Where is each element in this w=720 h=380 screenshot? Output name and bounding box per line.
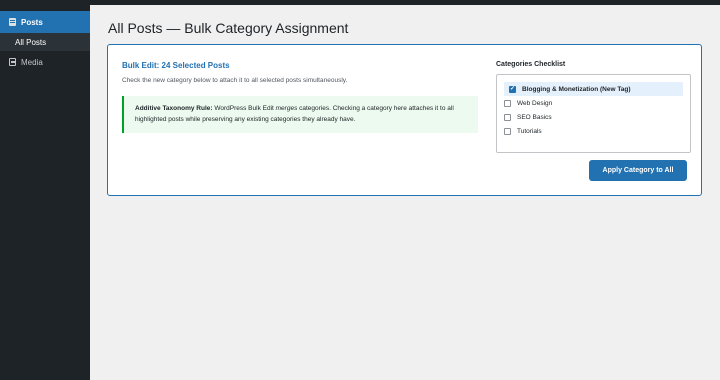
checkbox-icon[interactable] (504, 99, 511, 107)
notice-label: Additive Taxonomy Rule: (135, 105, 213, 112)
bulk-edit-title: Bulk Edit: 24 Selected Posts (122, 61, 230, 70)
checkbox-checked-icon[interactable]: ✓ (509, 85, 516, 93)
admin-bar-menu-icon[interactable]: ▪▪▪ (8, 0, 18, 2)
admin-sidebar: Posts All Posts Media (0, 5, 90, 380)
bulk-edit-description: Check the new category below to attach i… (122, 77, 348, 84)
notice-emphasis: merges (275, 105, 298, 112)
sidebar-item-posts[interactable]: Posts (0, 11, 90, 33)
sidebar-item-media[interactable]: Media (0, 51, 90, 73)
posts-icon (9, 18, 16, 26)
checkbox-icon[interactable] (504, 113, 511, 121)
page-title: All Posts — Bulk Category Assignment (108, 20, 349, 36)
category-label: SEO Basics (517, 113, 552, 121)
taxonomy-notice: Additive Taxonomy Rule: WordPress Bulk E… (122, 96, 478, 133)
sidebar-item-all-posts[interactable]: All Posts (0, 33, 90, 51)
sidebar-item-label: All Posts (15, 37, 47, 47)
media-icon (9, 58, 16, 66)
categories-heading: Categories Checklist (496, 61, 566, 68)
notice-text-before: WordPress Bulk Edit (212, 105, 276, 112)
apply-category-button[interactable]: Apply Category to All (589, 160, 687, 181)
bulk-edit-panel: Bulk Edit: 24 Selected Posts Check the n… (107, 44, 702, 196)
checkbox-icon[interactable] (504, 127, 511, 135)
category-label: Blogging & Monetization (New Tag) (522, 85, 631, 93)
sidebar-item-label: Media (21, 57, 43, 67)
category-item-web-design[interactable]: Web Design (504, 96, 683, 110)
sidebar-item-label: Posts (21, 17, 43, 27)
category-label: Tutorials (517, 127, 542, 135)
categories-checklist: ✓ Blogging & Monetization (New Tag) Web … (496, 74, 691, 153)
category-item-tutorials[interactable]: Tutorials (504, 124, 683, 138)
main-content: All Posts — Bulk Category Assignment Bul… (90, 5, 720, 380)
posts-submenu: All Posts (0, 33, 90, 51)
category-item-seo-basics[interactable]: SEO Basics (504, 110, 683, 124)
category-label: Web Design (517, 99, 553, 107)
category-item-blogging-monetization[interactable]: ✓ Blogging & Monetization (New Tag) (504, 82, 683, 96)
